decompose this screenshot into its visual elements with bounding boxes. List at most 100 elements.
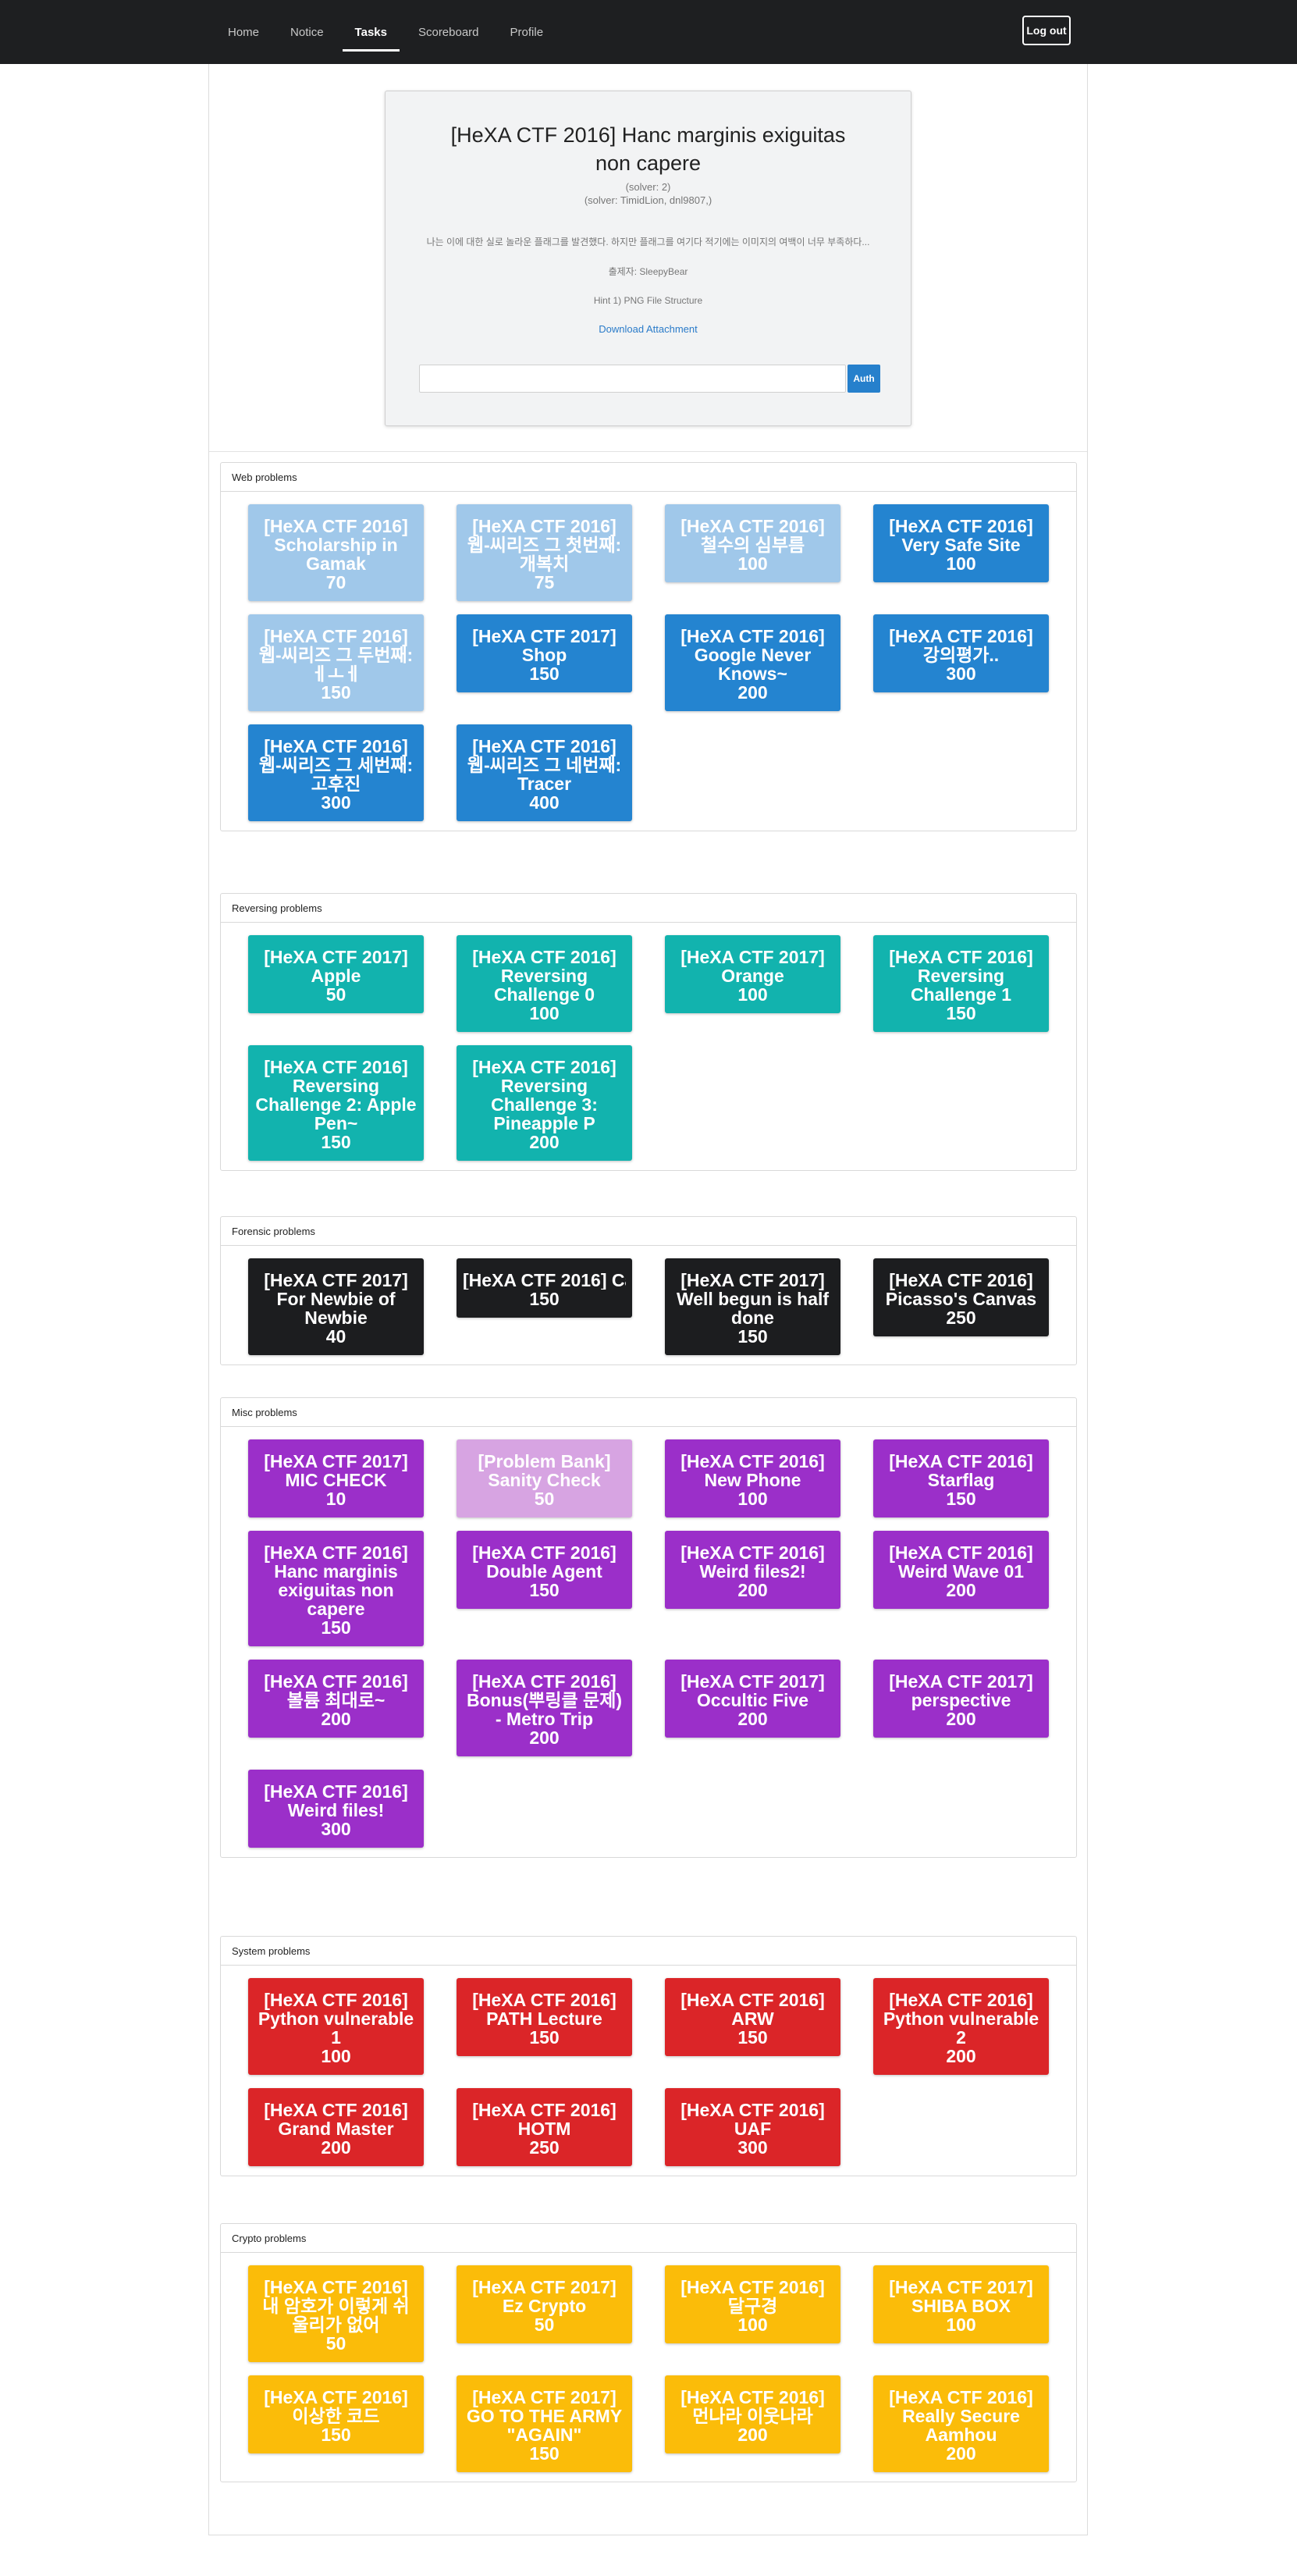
task-points: 100 (529, 1003, 560, 1023)
task-card[interactable]: [HeXA CTF 2016] 철수의 심부름 100 (665, 504, 840, 582)
task-card[interactable]: [HeXA CTF 2016] Double Agent 150 (457, 1531, 632, 1609)
task-points: 400 (529, 792, 560, 813)
category-forensic: Forensic problems [HeXA CTF 2017] For Ne… (220, 1216, 1077, 1365)
task-name: [HeXA CTF 2016] Bonus(뿌링클 문제) - Metro Tr… (466, 1671, 623, 1729)
task-grid: [HeXA CTF 2016] Python vulnerable 1 100 [H… (221, 1966, 1076, 2176)
task-card[interactable]: [HeXA CTF 2017] GO TO THE ARMY "AGAIN" 15… (457, 2375, 632, 2472)
task-card[interactable]: [HeXA CTF 2016] Python vulnerable 1 100 (248, 1978, 424, 2075)
task-name: [HeXA CTF 2017] perspective (889, 1671, 1033, 1710)
task-card[interactable]: [HeXA CTF 2016] PATH Lecture 150 (457, 1978, 632, 2056)
task-points: 200 (321, 1709, 351, 1729)
task-name: [HeXA CTF 2016] 볼륨 최대로~ (264, 1671, 408, 1710)
nav-home[interactable]: Home (212, 0, 275, 64)
task-card[interactable]: [HeXA CTF 2016] Starflag 150 (873, 1439, 1049, 1517)
task-points: 200 (737, 682, 768, 703)
task-card[interactable]: [HeXA CTF 2017] MIC CHECK 10 (248, 1439, 424, 1517)
task-points: 150 (946, 1003, 976, 1023)
task-name: [HeXA CTF 2016] 먼나라 이웃나라 (680, 2387, 825, 2426)
task-card[interactable]: [HeXA CTF 2017] Apple 50 (248, 935, 424, 1013)
task-name: [HeXA CTF 2017] For Newbie of Newbie (264, 1270, 408, 1328)
category-title: Forensic problems (221, 1217, 1076, 1246)
category-system: System problems [HeXA CTF 2016] Python v… (220, 1936, 1077, 2176)
nav-tasks[interactable]: Tasks (339, 0, 403, 64)
task-card[interactable]: [HeXA CTF 2016] 웹-씨리즈 그 두번째: ㅔㅗㅔ 150 (248, 614, 424, 711)
task-name: [HeXA CTF 2016] Scholarship in Gamak (264, 516, 408, 574)
category-title: Misc problems (221, 1398, 1076, 1427)
task-card[interactable]: [HeXA CTF 2016] 웹-씨리즈 그 세번째: 고후진 300 (248, 724, 424, 821)
logout-button[interactable]: Log out (1022, 16, 1071, 45)
task-card[interactable]: [HeXA CTF 2016] Bonus(뿌링클 문제) - Metro Tr… (457, 1660, 632, 1756)
task-card[interactable]: [HeXA CTF 2016] 먼나라 이웃나라 200 (665, 2375, 840, 2453)
nav-notice[interactable]: Notice (275, 0, 339, 64)
task-card[interactable]: [HeXA CTF 2016] 내 암호가 이렇게 쉬울리가 없어 50 (248, 2265, 424, 2362)
task-name: [HeXA CTF 2016] Python vulnerable 2 (883, 1990, 1039, 2048)
task-card[interactable]: [HeXA CTF 2016] HOTM 250 (457, 2088, 632, 2166)
task-points: 50 (325, 2333, 346, 2354)
task-points: 100 (321, 2046, 351, 2066)
task-card[interactable]: [HeXA CTF 2017] Well begun is half done 1… (665, 1258, 840, 1355)
task-card[interactable]: [HeXA CTF 2016] Weird files2! 200 (665, 1531, 840, 1609)
task-card[interactable]: [HeXA CTF 2017] perspective 200 (873, 1660, 1049, 1738)
task-card[interactable]: [HeXA CTF 2017] SHIBA BOX 100 (873, 2265, 1049, 2343)
task-points: 200 (321, 2137, 351, 2158)
task-points: 150 (529, 2027, 560, 2048)
task-card[interactable]: [HeXA CTF 2016] Reversing Challenge 0 100 (457, 935, 632, 1032)
task-card[interactable]: [HeXA CTF 2017] Occultic Five 200 (665, 1660, 840, 1738)
task-card[interactable]: [HeXA CTF 2016] Picasso's Canvas 250 (873, 1258, 1049, 1336)
task-card[interactable]: [HeXA CTF 2016] 웹-씨리즈 그 첫번째: 개복치 75 (457, 504, 632, 601)
nav-profile[interactable]: Profile (495, 0, 560, 64)
task-card[interactable]: [HeXA CTF 2016] 강의평가.. 300 (873, 614, 1049, 692)
task-card[interactable]: [HeXA CTF 2016] 이상한 코드 150 (248, 2375, 424, 2453)
task-grid: [HeXA CTF 2016] 내 암호가 이렇게 쉬울리가 없어 50 [HeXA… (221, 2253, 1076, 2482)
task-name: [HeXA CTF 2017] MIC CHECK (264, 1451, 408, 1490)
task-card[interactable]: [HeXA CTF 2016] 달구경 100 (665, 2265, 840, 2343)
task-card[interactable]: [HeXA CTF 2016] Google Never Knows~ 200 (665, 614, 840, 711)
category-title: Crypto problems (221, 2224, 1076, 2253)
task-card[interactable]: [HeXA CTF 2016] UAF 300 (665, 2088, 840, 2166)
task-card[interactable]: [HeXA CTF 2016] Hanc marginis exiguitas … (248, 1531, 424, 1646)
task-card[interactable]: [HeXA CTF 2017] Ez Crypto 50 (457, 2265, 632, 2343)
task-name: [HeXA CTF 2016] UAF (680, 2100, 825, 2139)
task-card[interactable]: [HeXA CTF 2016] Weird files! 300 (248, 1770, 424, 1848)
solver-list: (solver: TimidLion, dnl9807,) (584, 194, 712, 206)
task-points: 75 (534, 572, 555, 592)
task-card[interactable]: [HeXA CTF 2016] Grand Master 200 (248, 2088, 424, 2166)
task-card[interactable]: [HeXA CTF 2016] Reversing Challenge 1 150 (873, 935, 1049, 1032)
task-points: 200 (946, 2443, 976, 2464)
task-points: 50 (534, 1489, 555, 1509)
task-name: [HeXA CTF 2016] New Phone (680, 1451, 825, 1490)
task-description: 나는 이에 대한 실로 놀라운 플래그를 발견했다. 하지만 플래그를 여기다 … (426, 237, 870, 247)
category-reversing: Reversing problems [HeXA CTF 2017] Apple… (220, 893, 1077, 1171)
task-card[interactable]: [Problem Bank] Sanity Check 50 (457, 1439, 632, 1517)
category-title: Web problems (221, 463, 1076, 492)
flag-input[interactable] (419, 365, 846, 393)
task-name: [HeXA CTF 2016] 강의평가.. (889, 626, 1033, 665)
download-attachment-link[interactable]: Download Attachment (599, 323, 697, 335)
task-card[interactable]: [HeXA CTF 2017] Orange 100 (665, 935, 840, 1013)
task-card[interactable]: [HeXA CTF 2016] Reversing Challenge 2: A… (248, 1045, 424, 1161)
task-card[interactable]: [HeXA CTF 2016] 웹-씨리즈 그 네번째: Tracer 400 (457, 724, 632, 821)
task-card[interactable]: [HeXA CTF 2016] New Phone 100 (665, 1439, 840, 1517)
task-card[interactable]: [HeXA CTF 2016] Weird Wave 01 200 (873, 1531, 1049, 1609)
task-name: [HeXA CTF 2016] Double Agent (472, 1542, 617, 1582)
task-points: 100 (737, 1489, 768, 1509)
task-card[interactable]: [HeXA CTF 2016] ARW 150 (665, 1978, 840, 2056)
task-card[interactable]: [HeXA CTF 2016] Very Safe Site 100 (873, 504, 1049, 582)
task-grid: [HeXA CTF 2017] Apple 50 [HeXA CTF 2016] R… (221, 923, 1076, 1170)
task-name: [HeXA CTF 2016] Really Secure Aamhou (889, 2387, 1033, 2445)
nav-scoreboard[interactable]: Scoreboard (403, 0, 495, 64)
task-points: 150 (946, 1489, 976, 1509)
task-card[interactable]: [HeXA CTF 2016] Really Secure Aamhou 200 (873, 2375, 1049, 2472)
task-card[interactable]: [HeXA CTF 2016] Capture_the_messag150 (457, 1258, 632, 1318)
task-card[interactable]: [HeXA CTF 2016] Reversing Challenge 3: P… (457, 1045, 632, 1161)
task-card[interactable]: [HeXA CTF 2016] 볼륨 최대로~ 200 (248, 1660, 424, 1738)
task-card[interactable]: [HeXA CTF 2017] For Newbie of Newbie 40 (248, 1258, 424, 1355)
task-card[interactable]: [HeXA CTF 2016] Scholarship in Gamak 70 (248, 504, 424, 601)
task-points: 150 (321, 1132, 351, 1152)
task-card[interactable]: [HeXA CTF 2016] Python vulnerable 2 200 (873, 1978, 1049, 2075)
task-points: 300 (321, 1819, 351, 1839)
task-points: 100 (737, 984, 768, 1005)
task-card[interactable]: [HeXA CTF 2017] Shop 150 (457, 614, 632, 692)
auth-submit-button[interactable]: Auth (847, 365, 880, 393)
task-points: 200 (737, 1580, 768, 1600)
